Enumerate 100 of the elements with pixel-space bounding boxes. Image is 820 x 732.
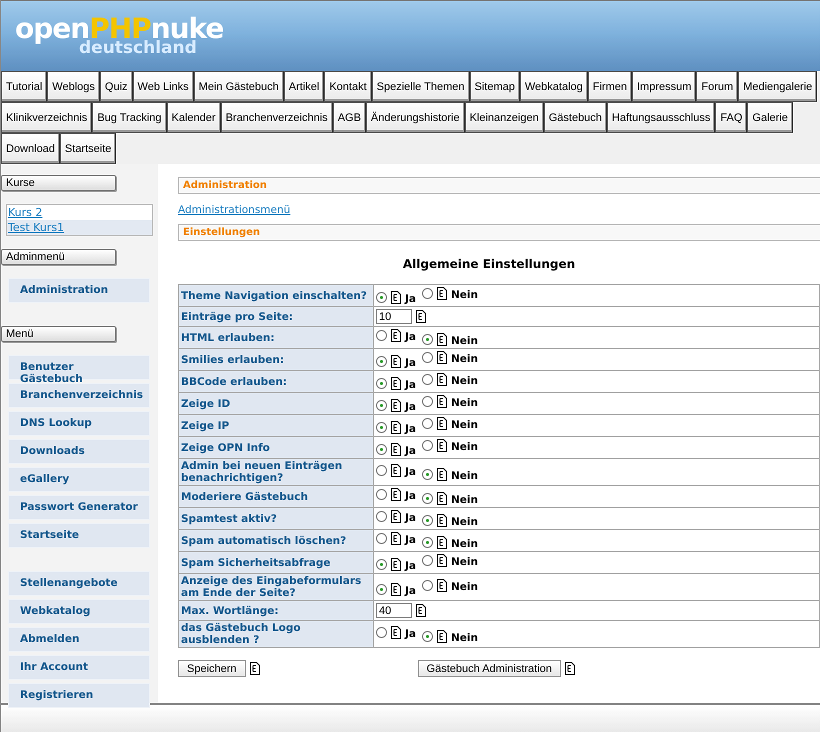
nav-tab[interactable]: Mein Gästebuch [194,71,284,102]
nav-tab[interactable]: Download [1,133,60,164]
radio-button[interactable] [422,580,433,590]
menu-item[interactable]: Downloads [8,439,150,464]
document-icon [437,554,447,567]
nav-tab[interactable]: Kalender [166,102,221,133]
form-button[interactable]: Speichern [178,660,246,677]
nav-tab[interactable]: Kontakt [324,71,372,102]
document-icon [437,514,447,527]
setting-label: BBCode erlauben: [178,370,374,392]
nav-tab[interactable]: Artikel [284,71,324,102]
menu-item[interactable]: eGallery [8,467,150,492]
setting-label: Theme Navigation einschalten? [178,284,374,306]
radio-button[interactable] [422,440,433,451]
option-label: Nein [451,419,478,431]
radio-button[interactable] [376,292,387,303]
radio-button[interactable] [422,537,433,548]
sidebar-link[interactable]: Test Kurs1 [7,220,152,235]
radio-button[interactable] [376,559,387,570]
menu-item[interactable]: Ihr Account [8,655,150,680]
radio-button[interactable] [422,418,433,429]
nav-tab[interactable]: Spezielle Themen [372,71,470,102]
radio-button[interactable] [422,352,433,363]
input-field[interactable]: 40 [376,603,412,618]
nav-tab[interactable]: Weblogs [47,71,100,102]
option-label: Nein [451,375,478,387]
option-label: Ja [405,628,416,640]
document-icon [391,558,401,571]
nav-tab[interactable]: Impressum [632,71,696,102]
radio-button[interactable] [376,511,387,522]
nav-tab[interactable]: Klinikverzeichnis [1,102,92,133]
document-icon [437,333,447,346]
nav-tab[interactable]: AGB [332,102,366,133]
menu-item[interactable]: Abmelden [8,627,150,652]
menu-item[interactable]: Branchenverzeichnis [8,383,150,408]
nav-tab[interactable]: Bug Tracking [92,102,167,133]
radio-button[interactable] [376,464,387,476]
nav-tab[interactable]: Galerie [747,102,793,133]
section-header: Administration [178,177,820,194]
radio-button[interactable] [376,444,387,455]
menu-item[interactable]: Startseite [8,523,150,548]
radio-button[interactable] [376,626,387,638]
menu-item[interactable]: Stellenangebote [8,571,150,596]
radio-button[interactable] [422,515,433,526]
setting-label: Einträge pro Seite: [178,306,374,326]
nav-tab[interactable]: Firmen [588,71,632,102]
radio-button[interactable] [376,400,387,411]
form-button[interactable]: Gästebuch Administration [418,660,561,677]
radio-button[interactable] [422,374,433,385]
menu-item[interactable]: Administration [8,278,150,303]
nav-tab[interactable]: Tutorial [1,71,48,102]
nav-tab[interactable]: Sitemap [470,71,520,102]
menu-item[interactable]: Registrieren [8,683,150,708]
nav-tab[interactable]: Web Links [132,71,194,102]
setting-label: Anzeige des Eingabeformulars am Ende der Seite? [178,574,374,600]
menu-item[interactable]: DNS Lookup [8,411,150,436]
block-title-button[interactable]: Kurse [1,175,116,191]
nav-tab[interactable]: Branchenverzeichnis [220,102,333,133]
radio-button[interactable] [422,555,433,566]
radio-button[interactable] [376,330,387,341]
radio-button[interactable] [422,493,433,504]
document-icon [391,626,401,638]
radio-button[interactable] [376,422,387,433]
nav-tab[interactable]: Quiz [100,71,133,102]
radio-button[interactable] [422,334,433,345]
radio-button[interactable] [376,533,387,544]
document-icon [437,439,447,452]
block-title-button[interactable]: Adminmenü [1,249,116,265]
nav-tab[interactable]: Gästebuch [544,102,607,133]
nav-tab[interactable]: Startseite [60,133,116,164]
block-title-button[interactable]: Menü [1,326,116,342]
option-label: Nein [451,538,478,550]
radio-button[interactable] [376,378,387,389]
radio-button[interactable] [422,288,433,299]
document-icon [391,291,401,304]
radio-button[interactable] [376,489,387,500]
nav-tab[interactable]: Haftungsausschluss [606,102,716,133]
option-label: Nein [451,494,478,506]
nav-tab[interactable]: Kleinanzeigen [464,102,544,133]
document-icon [391,464,401,476]
menu-item[interactable]: Benutzer Gästebuch [8,355,150,380]
setting-label: Spam automatisch löschen? [178,530,374,552]
input-field[interactable]: 10 [376,309,412,324]
nav-tab[interactable]: Änderungshistorie [366,102,465,133]
radio-button[interactable] [422,468,433,480]
option-label: Ja [405,466,416,478]
nav-tab[interactable]: Webkatalog [520,71,588,102]
nav-tab[interactable]: Forum [696,71,738,102]
option-label: Nein [451,632,478,644]
menu-item[interactable]: Webkatalog [8,599,150,624]
nav-tab[interactable]: FAQ [715,102,748,133]
radio-button[interactable] [422,396,433,407]
nav-tab[interactable]: Mediengalerie [738,71,818,102]
radio-button[interactable] [422,630,433,642]
admin-menu-link[interactable]: Administrationsmenü [178,204,820,216]
menu-item[interactable]: Passwort Generator [8,495,150,520]
sidebar-link[interactable]: Kurs 2 [7,205,152,220]
option-label: Nein [451,335,478,347]
radio-button[interactable] [376,584,387,594]
radio-button[interactable] [376,356,387,367]
